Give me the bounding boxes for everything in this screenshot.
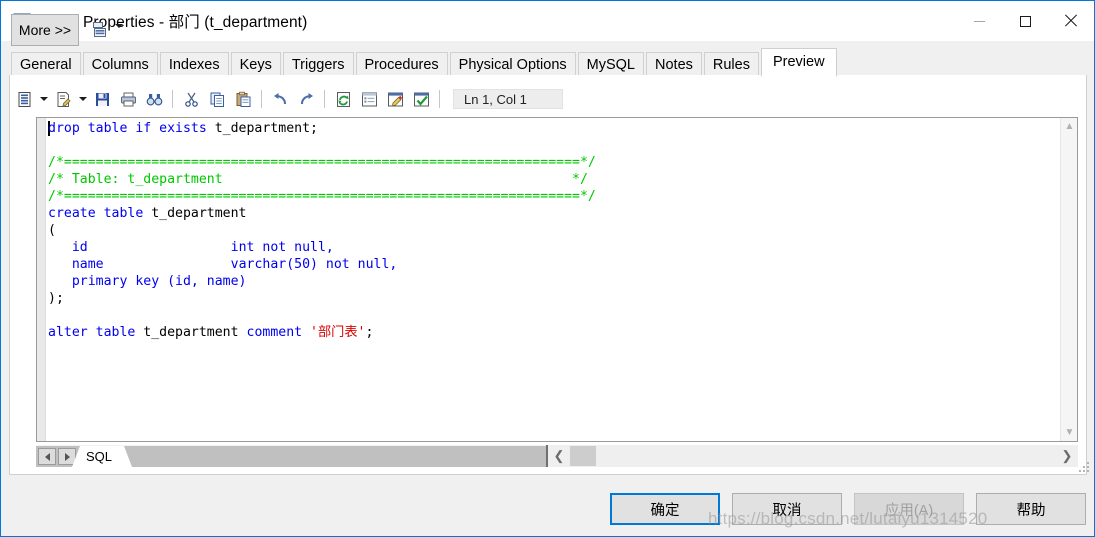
prev-tab-icon[interactable] <box>38 448 56 465</box>
code-line: /*======================================… <box>48 188 1059 205</box>
code-token: varchar(50) not null, <box>230 257 398 272</box>
code-line: name varchar(50) not null, <box>48 256 1059 273</box>
tab-procedures[interactable]: Procedures <box>355 52 448 77</box>
copy-icon[interactable] <box>204 87 230 111</box>
code-token: comment <box>246 325 311 340</box>
window-controls <box>956 1 1094 41</box>
cancel-button[interactable]: 取消 <box>732 493 842 525</box>
tab-triggers[interactable]: Triggers <box>282 52 354 77</box>
scroll-up-icon[interactable]: ▲ <box>1061 118 1077 135</box>
code-token: '部门表' <box>310 325 366 340</box>
tab-keys[interactable]: Keys <box>230 52 281 77</box>
cursor-position-status: Ln 1, Col 1 <box>453 89 563 109</box>
code-token: t_department; <box>214 121 318 136</box>
code-token: create table <box>48 206 152 221</box>
tab-preview[interactable]: Preview <box>760 48 837 77</box>
code-token: t_department <box>151 206 247 221</box>
code-token: ; <box>365 325 374 340</box>
code-line: /* Table: t_department */ <box>48 171 1059 188</box>
code-token: ); <box>48 291 64 306</box>
code-line: ( <box>48 222 1059 239</box>
copy-to-clipboard-icon[interactable] <box>11 87 37 111</box>
minimize-icon[interactable] <box>956 1 1002 41</box>
script-options-icon[interactable] <box>91 20 111 40</box>
preview-tab-page: Ln 1, Col 1 drop table if exists t_depar… <box>9 75 1087 475</box>
title-bar: Table Properties - 部门 (t_department) <box>1 1 1094 41</box>
code-token: /* Table: t_department */ <box>48 172 588 187</box>
properties-icon[interactable] <box>356 87 382 111</box>
code-token: t_department <box>143 325 247 340</box>
tab-notes[interactable]: Notes <box>646 52 702 77</box>
sql-tab-strip: SQL <box>36 445 546 467</box>
code-line: primary key (id, name) <box>48 273 1059 290</box>
undo-icon[interactable] <box>267 87 293 111</box>
resize-grip-icon[interactable] <box>1079 462 1091 474</box>
window-title: Table Properties - 部门 (t_department) <box>41 14 308 31</box>
toolbar-separator <box>439 90 440 108</box>
redo-icon[interactable] <box>293 87 319 111</box>
scroll-right-icon[interactable]: ❯ <box>1056 445 1078 467</box>
tab-physical-options[interactable]: Physical Options <box>449 52 576 77</box>
maximize-icon[interactable] <box>1002 1 1048 41</box>
toolbar-separator <box>324 90 325 108</box>
code-token: alter table <box>48 325 144 340</box>
code-token: drop table if exists <box>48 121 215 136</box>
code-token: primary key (id, name) <box>48 274 247 289</box>
code-line: drop table if exists t_department; <box>48 120 1059 137</box>
code-token: name <box>48 257 231 272</box>
tab-strip: General Columns Indexes Keys Triggers Pr… <box>1 41 1094 77</box>
tab-list: General Columns Indexes Keys Triggers Pr… <box>11 41 839 77</box>
code-line: alter table t_department comment '部门表'; <box>48 324 1059 341</box>
editor-bottom-bar: SQL ❮ ❯ <box>36 445 1078 467</box>
edit-script-dropdown-icon[interactable] <box>76 87 89 111</box>
code-token: int not null, <box>230 240 334 255</box>
editor-horizontal-scrollbar[interactable]: ❮ ❯ <box>546 445 1078 467</box>
code-line: id int not null, <box>48 239 1059 256</box>
code-token: /*======================================… <box>48 189 596 204</box>
hscroll-track[interactable] <box>570 445 1056 467</box>
edit-script-icon[interactable] <box>50 87 76 111</box>
script-options-dropdown-icon[interactable] <box>115 24 123 46</box>
editor-toolbar: Ln 1, Col 1 <box>11 85 1085 113</box>
apply-button[interactable]: 应用(A) <box>854 493 964 525</box>
toolbar-separator <box>261 90 262 108</box>
code-line: create table t_department <box>48 205 1059 222</box>
tab-general[interactable]: General <box>11 52 81 77</box>
code-token: ( <box>48 223 56 238</box>
tab-columns[interactable]: Columns <box>82 52 158 77</box>
close-icon[interactable] <box>1048 1 1094 41</box>
sql-editor[interactable]: drop table if exists t_department; /*===… <box>36 117 1078 442</box>
help-button[interactable]: 帮助 <box>976 493 1086 525</box>
editor-vertical-scrollbar[interactable]: ▲ ▼ <box>1060 118 1077 441</box>
code-line: /*======================================… <box>48 154 1059 171</box>
sql-tab[interactable]: SQL <box>71 446 133 467</box>
hscroll-thumb[interactable] <box>570 446 596 466</box>
tab-rules[interactable]: Rules <box>703 52 759 77</box>
scroll-left-icon[interactable]: ❮ <box>548 445 570 467</box>
table-properties-dialog: Table Properties - 部门 (t_department) Gen… <box>0 0 1095 537</box>
cut-icon[interactable] <box>178 87 204 111</box>
scroll-down-icon[interactable]: ▼ <box>1061 424 1077 441</box>
code-token: /*======================================… <box>48 155 596 170</box>
copy-to-clipboard-dropdown-icon[interactable] <box>37 87 50 111</box>
more-button[interactable]: More >> <box>11 14 79 46</box>
edit-window-icon[interactable] <box>382 87 408 111</box>
sql-code-text[interactable]: drop table if exists t_department; /*===… <box>48 120 1059 441</box>
find-icon[interactable] <box>141 87 167 111</box>
paste-icon[interactable] <box>230 87 256 111</box>
validate-icon[interactable] <box>408 87 434 111</box>
editor-gutter <box>37 118 46 441</box>
code-line: ); <box>48 290 1059 307</box>
ok-button[interactable]: 确定 <box>610 493 720 525</box>
refresh-icon[interactable] <box>330 87 356 111</box>
print-icon[interactable] <box>115 87 141 111</box>
tab-mysql[interactable]: MySQL <box>577 52 644 77</box>
save-icon[interactable] <box>89 87 115 111</box>
toolbar-separator <box>172 90 173 108</box>
code-token: id <box>48 240 231 255</box>
tab-indexes[interactable]: Indexes <box>159 52 229 77</box>
